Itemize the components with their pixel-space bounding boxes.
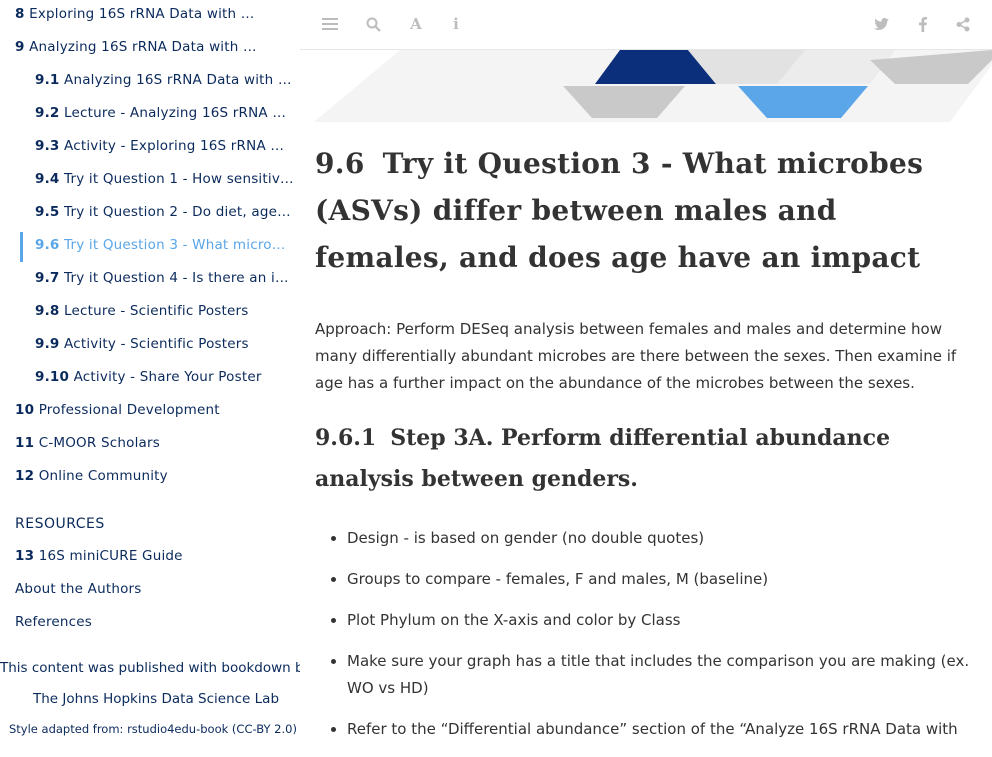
resources-heading: RESOURCES — [15, 516, 105, 532]
toolbar: A i — [300, 0, 992, 50]
approach-paragraph: Approach: Perform DESeq analysis between… — [315, 320, 957, 392]
font-icon[interactable]: A — [406, 14, 426, 34]
toc-item-9-10[interactable]: 9.10 Activity - Share Your Poster — [0, 369, 300, 395]
list-item: Refer to the “Differential abundance” se… — [347, 716, 980, 743]
header-banner — [300, 50, 992, 125]
toc-item-9-2[interactable]: 9.2 Lecture - Analyzing 16S rRNA Data wi… — [0, 105, 300, 131]
toc-item-9-6[interactable]: 9.6 Try it Question 3 - What microbes (A… — [0, 237, 300, 263]
toc-item-9-7[interactable]: 9.7 Try it Question 4 - Is there an inte… — [0, 270, 300, 296]
search-icon[interactable] — [363, 14, 383, 34]
page-title: 9.6 Try it Question 3 - What microbes (AS… — [315, 147, 924, 274]
twitter-icon[interactable] — [871, 14, 891, 34]
list-item: Design - is based on gender (no double q… — [347, 525, 980, 552]
toc-item-9-8[interactable]: 9.8 Lecture - Scientific Posters — [0, 303, 300, 329]
toc-item-about-authors[interactable]: About the Authors — [0, 581, 300, 607]
share-icon[interactable] — [953, 14, 973, 34]
published-with-text: This content was published with bookdown… — [0, 660, 300, 676]
style-credit-link[interactable]: Style adapted from: rstudio4edu-book (CC… — [9, 722, 297, 736]
toc-item-9[interactable]: 9 Analyzing 16S rRNA Data with phyloseq — [0, 39, 300, 65]
info-icon[interactable]: i — [446, 14, 466, 34]
list-item: Plot Phylum on the X-axis and color by C… — [347, 607, 980, 634]
facebook-icon[interactable] — [913, 14, 933, 34]
toc-item-9-1[interactable]: 9.1 Analyzing 16S rRNA Data with phylose… — [0, 72, 300, 98]
subsection-heading: 9.6.1 Step 3A. Perform differential abund… — [315, 425, 891, 492]
toc-item-12[interactable]: 12 Online Community — [0, 468, 300, 494]
menu-icon[interactable] — [320, 14, 340, 34]
step-list: Design - is based on gender (no double q… — [315, 525, 980, 757]
lab-link[interactable]: The Johns Hopkins Data Science Lab — [33, 691, 279, 707]
toc-item-references[interactable]: References — [0, 614, 300, 640]
list-item: Groups to compare - females, F and males… — [347, 566, 980, 593]
toc-item-13[interactable]: 13 16S miniCURE Guide — [0, 548, 300, 574]
list-item: Make sure your graph has a title that in… — [347, 648, 980, 702]
toc-item-9-4[interactable]: 9.4 Try it Question 1 - How sensitive is… — [0, 171, 300, 197]
toc-item-8[interactable]: 8 Exploring 16S rRNA Data with phyloseq — [0, 6, 300, 32]
toc-item-10[interactable]: 10 Professional Development — [0, 402, 300, 428]
main-content: 9.6 Try it Question 3 - What microbes (AS… — [315, 140, 980, 738]
toc-item-9-9[interactable]: 9.9 Activity - Scientific Posters — [0, 336, 300, 362]
toc-item-9-5[interactable]: 9.5 Try it Question 2 - Do diet, age, ge… — [0, 204, 300, 230]
toc-item-9-3[interactable]: 9.3 Activity - Exploring 16S rRNA Data w… — [0, 138, 300, 164]
sidebar: 8 Exploring 16S rRNA Data with phyloseq … — [0, 0, 300, 744]
toc-item-11[interactable]: 11 C-MOOR Scholars — [0, 435, 300, 461]
